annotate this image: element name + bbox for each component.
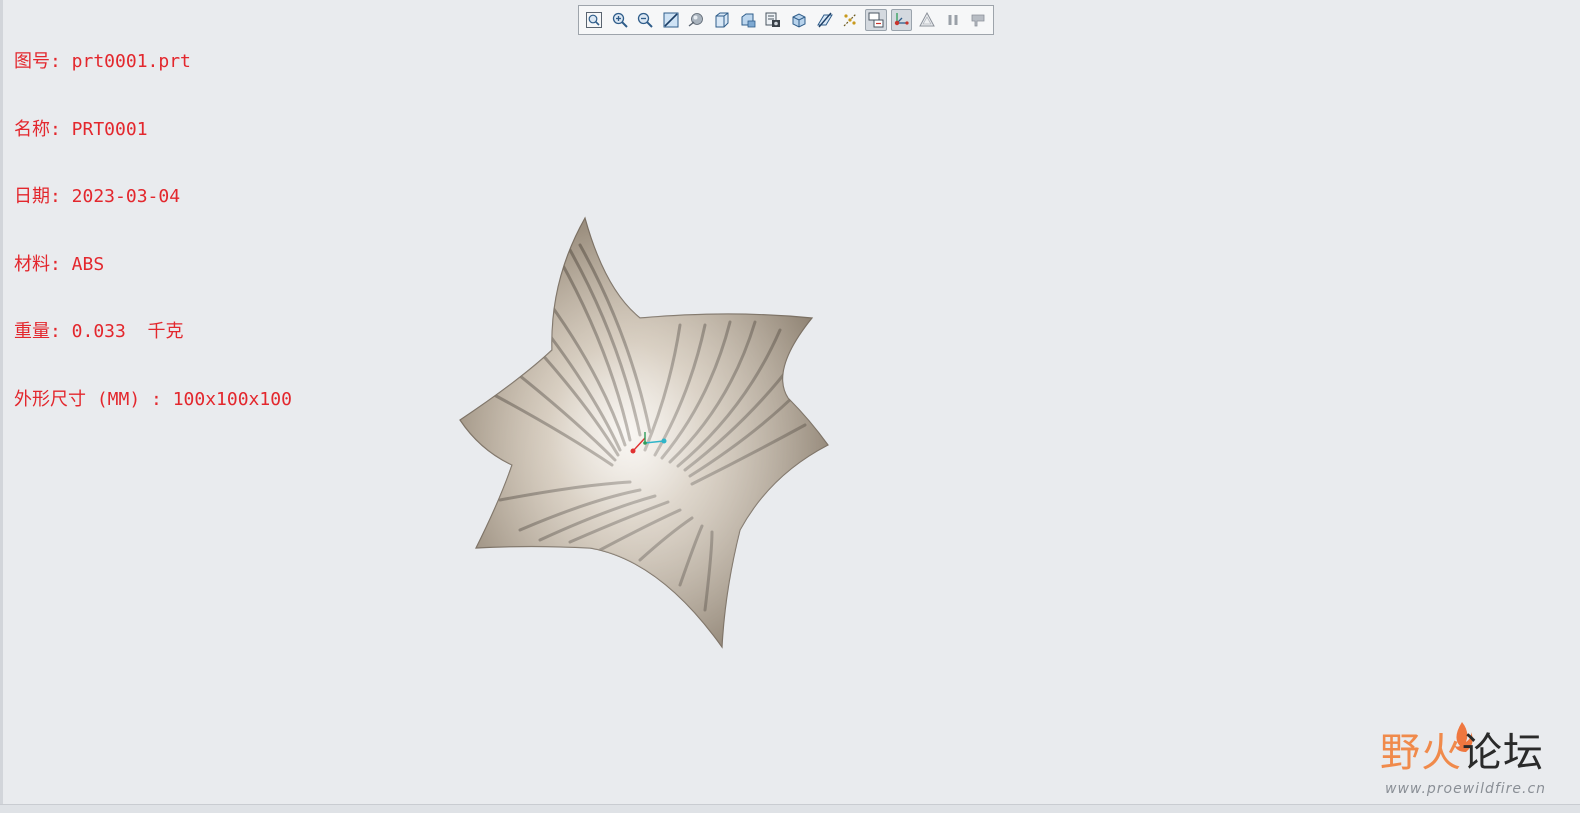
weight-text: 重量: 0.033 千克 — [14, 321, 184, 342]
display-style-icon — [792, 13, 806, 28]
watermark-url: www.proewildfire.cn — [1385, 781, 1547, 797]
view-orientation-button[interactable] — [711, 9, 733, 31]
csys-display-icon — [895, 13, 910, 26]
graphics-toolbar — [578, 5, 994, 35]
zoom-in-button[interactable] — [609, 9, 631, 31]
viewport-bottom-border — [0, 804, 1580, 813]
model-highlight — [460, 218, 828, 647]
triangle-display-button[interactable] — [916, 9, 938, 31]
viewport-left-border — [0, 0, 3, 813]
zoom-fit-icon — [585, 12, 602, 28]
material-text: 材料: ABS — [14, 253, 105, 275]
zoom-fit-button[interactable] — [583, 9, 605, 31]
section-icon — [816, 12, 833, 28]
csys-display-button[interactable] — [890, 9, 913, 31]
annotation-display-icon — [868, 12, 884, 28]
dimensions-text: 外形尺寸 (MM) : 100x100x100 — [14, 388, 292, 410]
zoom-out-button[interactable] — [634, 9, 656, 31]
saved-views-button[interactable] — [737, 9, 759, 31]
pause-button[interactable] — [942, 9, 964, 31]
repaint-button[interactable] — [660, 9, 682, 31]
model-info-panel: 图号: prt0001.prt 名称: PRT0001 日期: 2023-03-… — [14, 6, 292, 434]
part-name-text: 名称: PRT0001 — [14, 118, 148, 140]
watermark-title: 野火论坛 — [1380, 720, 1544, 778]
section-button[interactable] — [814, 9, 836, 31]
zoom-in-icon — [612, 12, 628, 28]
display-style-button[interactable] — [788, 9, 810, 31]
view-manager-icon — [765, 12, 781, 27]
view-orientation-icon — [715, 12, 729, 28]
3d-model-view[interactable] — [440, 200, 860, 660]
datum-display-button[interactable] — [839, 9, 861, 31]
view-manager-button[interactable] — [762, 9, 784, 31]
drawing-number-text: 图号: prt0001.prt — [14, 51, 191, 72]
watermark-part1: 野火 — [1380, 730, 1462, 776]
date-text: 日期: 2023-03-04 — [14, 186, 181, 207]
repaint-icon — [663, 12, 679, 28]
flag-button[interactable] — [967, 9, 989, 31]
datum-display-icon — [843, 13, 857, 27]
forum-watermark: 野火论坛 www.proewildfire.cn — [1380, 720, 1570, 800]
pause-icon — [948, 15, 958, 25]
spin-center-button[interactable] — [686, 9, 708, 31]
spin-center-icon — [688, 13, 704, 27]
zoom-out-icon — [638, 12, 653, 28]
watermark-part2: 论坛 — [1462, 730, 1544, 776]
saved-views-icon — [741, 13, 756, 28]
annotation-display-button[interactable] — [864, 9, 887, 31]
flag-icon — [971, 14, 985, 27]
triangle-display-icon — [919, 11, 935, 27]
